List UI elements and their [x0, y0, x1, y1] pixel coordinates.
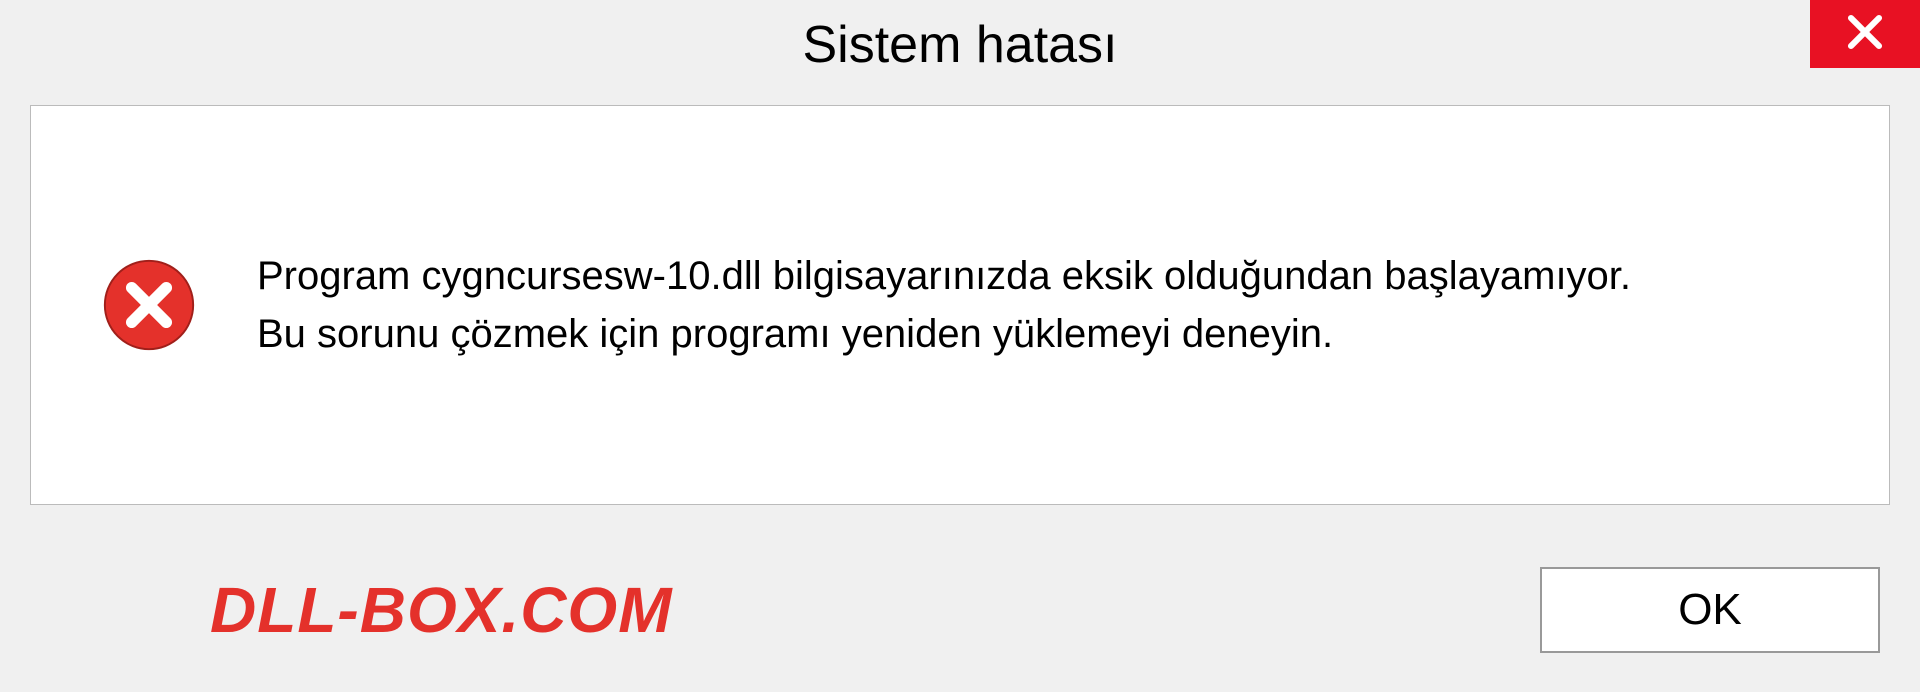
dialog-title: Sistem hatası: [802, 15, 1117, 75]
ok-button[interactable]: OK: [1540, 567, 1880, 653]
close-button[interactable]: [1810, 0, 1920, 68]
message-panel: Program cygncursesw-10.dll bilgisayarını…: [30, 105, 1890, 505]
bottom-bar: DLL-BOX.COM OK: [0, 527, 1920, 692]
titlebar: Sistem hatası: [0, 0, 1920, 90]
error-icon: [101, 257, 197, 353]
close-icon: [1844, 11, 1886, 58]
error-message: Program cygncursesw-10.dll bilgisayarını…: [257, 247, 1631, 363]
error-message-line1: Program cygncursesw-10.dll bilgisayarını…: [257, 247, 1631, 305]
system-error-dialog: Sistem hatası Program cygncursesw-10.dll…: [0, 0, 1920, 692]
watermark-text: DLL-BOX.COM: [210, 573, 673, 647]
error-message-line2: Bu sorunu çözmek için programı yeniden y…: [257, 305, 1631, 363]
